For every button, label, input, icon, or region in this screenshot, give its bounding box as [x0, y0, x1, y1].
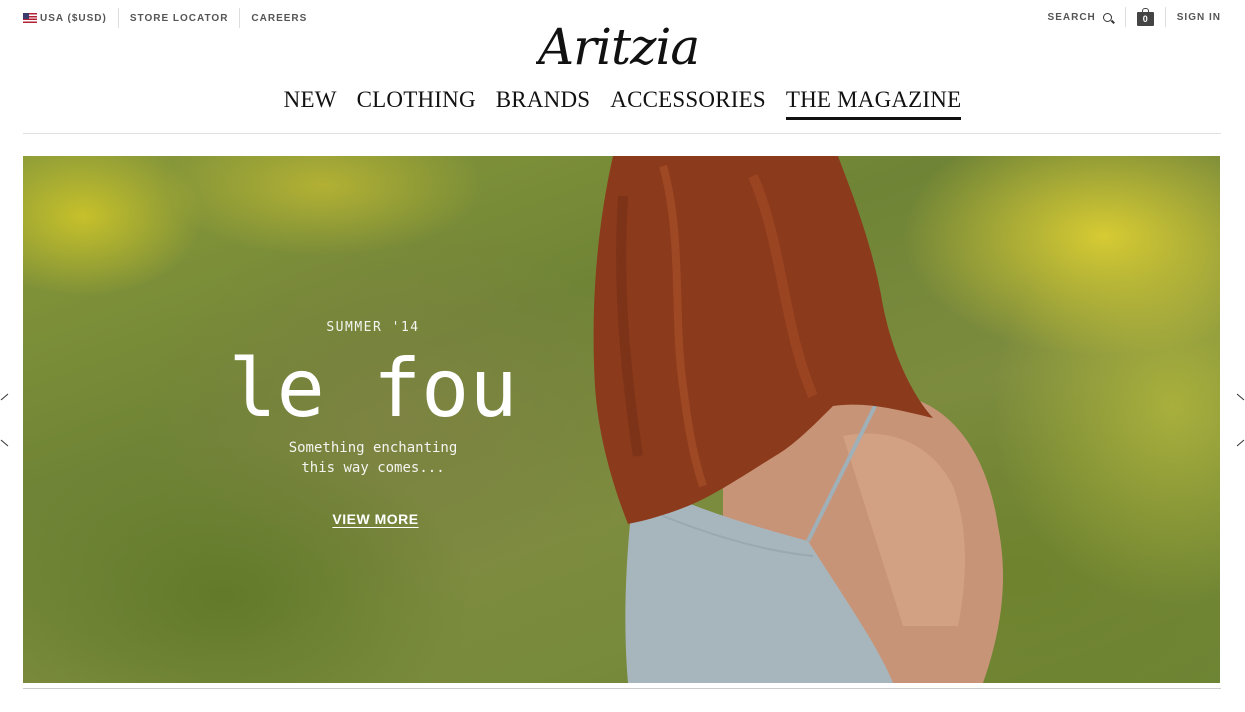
store-locator-link[interactable]: STORE LOCATOR: [130, 8, 229, 28]
search-button[interactable]: SEARCH: [1048, 7, 1114, 27]
nav-item-new[interactable]: NEW: [284, 86, 337, 120]
nav-item-brands[interactable]: BRANDS: [496, 86, 591, 120]
chevron-right-icon[interactable]: [1235, 392, 1245, 448]
bag-count: 0: [1142, 13, 1148, 24]
utility-nav-left: USA ($USD) STORE LOCATOR CAREERS: [23, 8, 307, 28]
utility-nav-right: SEARCH 0 SIGN IN: [1048, 6, 1221, 28]
utility-divider: [1164, 7, 1166, 27]
hero-headline: le fou: [228, 342, 518, 435]
search-icon: [1102, 12, 1112, 22]
search-label: SEARCH: [1047, 11, 1096, 23]
sign-in-link[interactable]: SIGN IN: [1177, 7, 1221, 27]
region-selector[interactable]: USA ($USD): [23, 8, 107, 28]
nav-divider: [23, 133, 1221, 134]
shopping-bag-icon[interactable]: 0: [1136, 7, 1154, 26]
hero-subtitle-line-1: Something enchanting: [288, 440, 458, 456]
view-more-link[interactable]: VIEW MORE: [323, 511, 428, 527]
utility-divider: [1124, 7, 1126, 27]
us-flag-icon: [23, 13, 37, 23]
hero-photo: [593, 156, 1003, 683]
chevron-left-icon[interactable]: [0, 392, 10, 448]
nav-item-accessories[interactable]: ACCESSORIES: [610, 86, 766, 120]
utility-divider: [239, 8, 241, 28]
hero-subtitle: Something enchanting this way comes...: [253, 438, 493, 478]
logo-wordmark: Aritzia: [536, 18, 698, 72]
utility-divider: [117, 8, 119, 28]
hero-subtitle-line-2: this way comes...: [301, 460, 445, 476]
aritzia-logo[interactable]: Aritzia: [536, 14, 698, 72]
hero-kicker: SUMMER '14: [326, 320, 420, 335]
main-navigation: NEW CLOTHING BRANDS ACCESSORIES THE MAGA…: [0, 86, 1245, 120]
nav-item-the-magazine[interactable]: THE MAGAZINE: [785, 86, 962, 120]
hero-banner[interactable]: SUMMER '14 le fou Something enchanting t…: [23, 156, 1220, 683]
section-divider: [23, 688, 1221, 689]
region-label: USA ($USD): [40, 12, 107, 24]
careers-link[interactable]: CAREERS: [251, 8, 307, 28]
nav-item-clothing[interactable]: CLOTHING: [357, 86, 476, 120]
